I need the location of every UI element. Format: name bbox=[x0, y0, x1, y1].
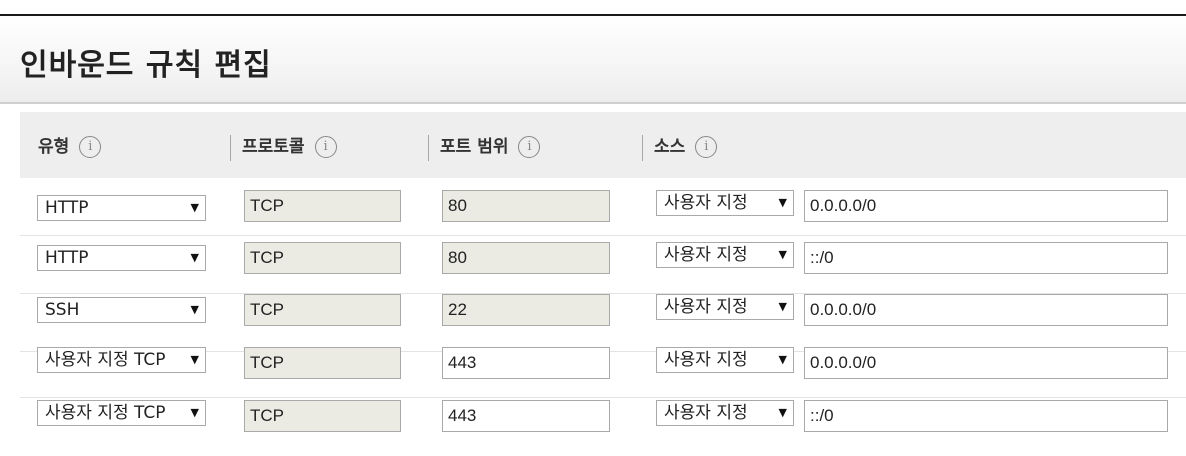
chevron-down-icon: ▼ bbox=[188, 298, 199, 322]
source-type-select-value: 사용자 지정 bbox=[664, 297, 748, 317]
source-cidr-input[interactable]: 0.0.0.0/0 bbox=[804, 294, 1168, 326]
port-range-input[interactable]: 443 bbox=[442, 400, 610, 432]
source-type-select[interactable]: 사용자 지정 ▼ bbox=[656, 242, 794, 268]
chevron-down-icon: ▼ bbox=[188, 246, 199, 270]
info-icon[interactable]: i bbox=[79, 136, 102, 158]
chevron-down-icon: ▼ bbox=[188, 348, 199, 372]
column-header-type: 유형 i bbox=[38, 135, 102, 159]
column-header-source: 소스 i bbox=[642, 135, 718, 161]
source-type-select[interactable]: 사용자 지정 ▼ bbox=[656, 400, 794, 426]
protocol-field: TCP bbox=[244, 242, 401, 274]
type-select-value: 사용자 지정 TCP bbox=[45, 403, 166, 423]
column-divider bbox=[428, 135, 429, 161]
column-header-port-range: 포트 범위 i bbox=[428, 135, 541, 161]
port-range-field: 80 bbox=[442, 190, 610, 222]
protocol-field: TCP bbox=[244, 190, 401, 222]
protocol-field: TCP bbox=[244, 294, 401, 326]
type-select-value: SSH bbox=[45, 300, 80, 320]
port-range-field: 80 bbox=[442, 242, 610, 274]
column-label: 프로토콜 bbox=[242, 137, 305, 157]
chevron-down-icon: ▼ bbox=[188, 401, 199, 425]
table-row: HTTP ▼ TCP 80 사용자 지정 ▼ 0.0.0.0/0 bbox=[20, 178, 1186, 236]
source-cidr-input[interactable]: 0.0.0.0/0 bbox=[804, 190, 1168, 222]
type-select[interactable]: 사용자 지정 TCP ▼ bbox=[37, 347, 206, 373]
source-cidr-input[interactable]: 0.0.0.0/0 bbox=[804, 347, 1168, 379]
column-divider bbox=[230, 135, 231, 161]
source-type-select[interactable]: 사용자 지정 ▼ bbox=[656, 190, 794, 216]
dialog-title: 인바운드 규칙 편집 bbox=[20, 48, 272, 83]
port-range-input[interactable]: 443 bbox=[442, 347, 610, 379]
column-label: 소스 bbox=[654, 137, 686, 157]
type-select[interactable]: SSH ▼ bbox=[37, 297, 206, 323]
source-type-select-value: 사용자 지정 bbox=[664, 403, 748, 423]
chevron-down-icon: ▼ bbox=[776, 243, 787, 267]
source-type-select-value: 사용자 지정 bbox=[664, 350, 748, 370]
protocol-field: TCP bbox=[244, 400, 401, 432]
info-icon[interactable]: i bbox=[314, 136, 337, 158]
table-row: HTTP ▼ TCP 80 사용자 지정 ▼ ::/0 bbox=[20, 236, 1186, 294]
column-header-protocol: 프로토콜 i bbox=[230, 135, 337, 161]
chevron-down-icon: ▼ bbox=[188, 196, 199, 220]
source-cidr-input[interactable]: ::/0 bbox=[804, 242, 1168, 274]
info-icon[interactable]: i bbox=[518, 136, 541, 158]
source-type-select[interactable]: 사용자 지정 ▼ bbox=[656, 347, 794, 373]
chevron-down-icon: ▼ bbox=[776, 295, 787, 319]
column-label: 포트 범위 bbox=[440, 137, 509, 157]
column-label: 유형 bbox=[38, 137, 70, 157]
type-select[interactable]: HTTP ▼ bbox=[37, 195, 206, 221]
table-row: 사용자 지정 TCP ▼ TCP 443 사용자 지정 ▼ 0.0.0.0/0 bbox=[20, 340, 1186, 398]
chevron-down-icon: ▼ bbox=[776, 401, 787, 425]
type-select-value: 사용자 지정 TCP bbox=[45, 350, 166, 370]
type-select[interactable]: 사용자 지정 TCP ▼ bbox=[37, 400, 206, 426]
chevron-down-icon: ▼ bbox=[776, 348, 787, 372]
chevron-down-icon: ▼ bbox=[776, 191, 787, 215]
port-range-field: 22 bbox=[442, 294, 610, 326]
source-type-select[interactable]: 사용자 지정 ▼ bbox=[656, 294, 794, 320]
type-select-value: HTTP bbox=[45, 198, 89, 218]
info-icon[interactable]: i bbox=[695, 136, 718, 158]
protocol-field: TCP bbox=[244, 347, 401, 379]
source-type-select-value: 사용자 지정 bbox=[664, 245, 748, 265]
type-select-value: HTTP bbox=[45, 248, 89, 268]
column-divider bbox=[642, 135, 643, 161]
type-select[interactable]: HTTP ▼ bbox=[37, 245, 206, 271]
source-type-select-value: 사용자 지정 bbox=[664, 193, 748, 213]
source-cidr-input[interactable]: ::/0 bbox=[804, 400, 1168, 432]
dialog-header: 인바운드 규칙 편집 bbox=[0, 16, 1186, 104]
rules-table-header: 유형 i 프로토콜 i 포트 범위 i 소스 i bbox=[20, 112, 1186, 178]
table-row: 사용자 지정 TCP ▼ TCP 443 사용자 지정 ▼ ::/0 bbox=[20, 398, 1186, 456]
